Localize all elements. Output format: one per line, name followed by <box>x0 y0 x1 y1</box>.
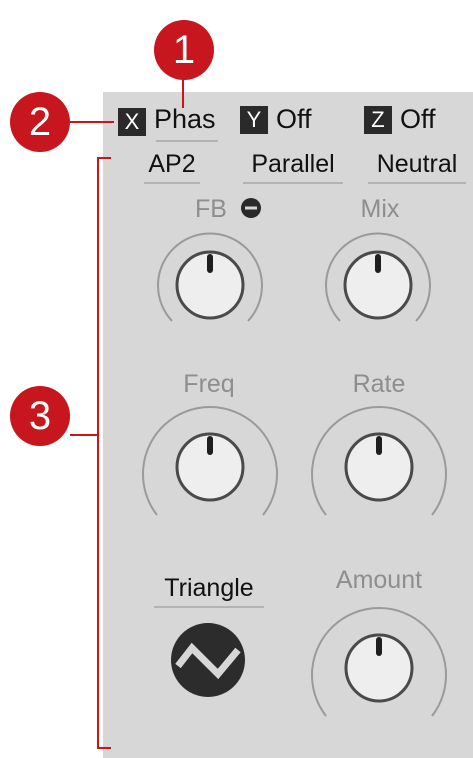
callout-3-bracket-top <box>97 157 111 159</box>
callout-3-bracket-horizontal <box>70 434 98 436</box>
fb-label: FB <box>195 195 227 223</box>
mod-y[interactable]: Y Off <box>240 104 312 135</box>
algorithm-selector[interactable]: AP2 <box>144 150 200 184</box>
callout-3: 3 <box>10 386 70 446</box>
lfo-shape-selector[interactable]: Triangle <box>154 574 264 608</box>
triangle-wave-icon[interactable] <box>170 622 246 698</box>
freq-knob[interactable] <box>135 395 285 545</box>
amount-label: Amount <box>335 566 423 594</box>
callout-3-label: 3 <box>28 393 52 438</box>
callout-1-label: 1 <box>172 27 196 72</box>
x-axis-badge: X <box>118 107 146 136</box>
callout-2: 2 <box>10 92 70 152</box>
mod-x-underline <box>156 140 218 142</box>
callout-2-label: 2 <box>28 99 52 144</box>
mod-z[interactable]: Z Off <box>364 104 436 135</box>
callout-2-leader <box>70 121 114 123</box>
mod-x-value: Phas <box>154 104 216 134</box>
minus-circle-icon[interactable] <box>240 197 262 219</box>
mod-z-value: Off <box>400 104 436 134</box>
character-selector[interactable]: Neutral <box>368 150 466 184</box>
mod-y-value: Off <box>276 104 312 134</box>
amount-knob[interactable] <box>304 596 454 746</box>
callout-3-bracket-vertical <box>97 157 99 749</box>
rate-knob[interactable] <box>304 395 454 545</box>
mix-label: Mix <box>360 195 400 223</box>
callout-3-bracket-bottom <box>97 747 111 749</box>
callout-1: 1 <box>154 20 214 80</box>
mod-x[interactable]: X Phas <box>118 104 216 139</box>
fb-knob[interactable] <box>150 225 270 345</box>
mix-knob[interactable] <box>318 225 438 345</box>
y-axis-badge: Y <box>240 105 268 134</box>
z-axis-badge: Z <box>364 105 392 134</box>
routing-selector[interactable]: Parallel <box>243 150 343 184</box>
